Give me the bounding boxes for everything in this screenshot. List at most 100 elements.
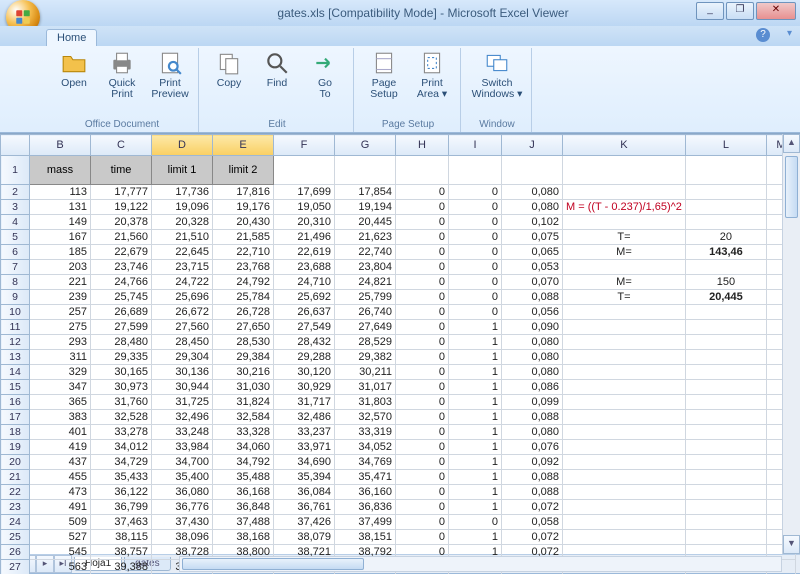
row-header-8[interactable]: 8 — [1, 275, 30, 290]
cell-H21[interactable]: 0 — [396, 470, 449, 485]
cell-B8[interactable]: 221 — [30, 275, 91, 290]
cell-J23[interactable]: 0,072 — [502, 500, 563, 515]
cell-E14[interactable]: 30,216 — [213, 365, 274, 380]
cell-H13[interactable]: 0 — [396, 350, 449, 365]
cell-D4[interactable]: 20,328 — [152, 215, 213, 230]
cell-L16[interactable] — [685, 395, 766, 410]
cell-B9[interactable]: 239 — [30, 290, 91, 305]
cell-C13[interactable]: 29,335 — [91, 350, 152, 365]
cell-J19[interactable]: 0,076 — [502, 440, 563, 455]
cell-I14[interactable]: 1 — [449, 365, 502, 380]
cell-I20[interactable]: 1 — [449, 455, 502, 470]
cell-D24[interactable]: 37,430 — [152, 515, 213, 530]
cell-E3[interactable]: 19,176 — [213, 200, 274, 215]
cell-H20[interactable]: 0 — [396, 455, 449, 470]
cell-C19[interactable]: 34,012 — [91, 440, 152, 455]
cell-D10[interactable]: 26,672 — [152, 305, 213, 320]
col-header-L[interactable]: L — [685, 135, 766, 156]
cell-K14[interactable] — [563, 365, 686, 380]
cell-J11[interactable]: 0,090 — [502, 320, 563, 335]
cell-E19[interactable]: 34,060 — [213, 440, 274, 455]
cell-G16[interactable]: 31,803 — [335, 395, 396, 410]
ribbon-options-icon[interactable]: ▾ — [787, 28, 792, 39]
cell-I6[interactable]: 0 — [449, 245, 502, 260]
col-header-C[interactable]: C — [91, 135, 152, 156]
cell-C23[interactable]: 36,799 — [91, 500, 152, 515]
cell-D3[interactable]: 19,096 — [152, 200, 213, 215]
cell-E22[interactable]: 36,168 — [213, 485, 274, 500]
col-header-F[interactable]: F — [274, 135, 335, 156]
cell-K23[interactable] — [563, 500, 686, 515]
cell-E24[interactable]: 37,488 — [213, 515, 274, 530]
row-header-21[interactable]: 21 — [1, 470, 30, 485]
cell-J12[interactable]: 0,080 — [502, 335, 563, 350]
cell-K3[interactable]: M = ((T - 0.237)/1,65)^2 — [563, 200, 686, 215]
cell-I12[interactable]: 1 — [449, 335, 502, 350]
col-header-G[interactable]: G — [335, 135, 396, 156]
cell-K6[interactable]: M= — [563, 245, 686, 260]
maximize-button[interactable]: ❐ — [726, 2, 754, 20]
cell-J25[interactable]: 0,072 — [502, 530, 563, 545]
cell-D12[interactable]: 28,450 — [152, 335, 213, 350]
cell-K20[interactable] — [563, 455, 686, 470]
row-header-22[interactable]: 22 — [1, 485, 30, 500]
cell-B27[interactable]: 563 — [30, 560, 91, 574]
cell-I5[interactable]: 0 — [449, 230, 502, 245]
cell-K12[interactable] — [563, 335, 686, 350]
cell-G5[interactable]: 21,623 — [335, 230, 396, 245]
cell-B20[interactable]: 437 — [30, 455, 91, 470]
cell-I3[interactable]: 0 — [449, 200, 502, 215]
header-cell-E[interactable]: limit 2 — [213, 156, 274, 185]
cell-H7[interactable]: 0 — [396, 260, 449, 275]
cell-D2[interactable]: 17,736 — [152, 185, 213, 200]
row-header-1[interactable]: 1 — [1, 156, 30, 185]
cell-J16[interactable]: 0,099 — [502, 395, 563, 410]
cell-G3[interactable]: 19,194 — [335, 200, 396, 215]
cell-F12[interactable]: 28,432 — [274, 335, 335, 350]
cell-B7[interactable]: 203 — [30, 260, 91, 275]
cell-E5[interactable]: 21,585 — [213, 230, 274, 245]
spreadsheet-grid[interactable]: BCDEFGHIJKLM1masstimelimit 1limit 221131… — [0, 133, 800, 554]
cell-I4[interactable]: 0 — [449, 215, 502, 230]
cell-H14[interactable]: 0 — [396, 365, 449, 380]
cell-F5[interactable]: 21,496 — [274, 230, 335, 245]
row-header-7[interactable]: 7 — [1, 260, 30, 275]
cell-D19[interactable]: 33,984 — [152, 440, 213, 455]
cell-G4[interactable]: 20,445 — [335, 215, 396, 230]
scroll-down-icon[interactable]: ▼ — [783, 535, 800, 554]
cell-H18[interactable]: 0 — [396, 425, 449, 440]
horizontal-scrollbar[interactable] — [179, 556, 782, 572]
cell-C26[interactable]: 38,757 — [91, 545, 152, 560]
cell-D17[interactable]: 32,496 — [152, 410, 213, 425]
cell-B3[interactable]: 131 — [30, 200, 91, 215]
cell-I19[interactable]: 1 — [449, 440, 502, 455]
cell-L20[interactable] — [685, 455, 766, 470]
print-area-button[interactable]: Print Area ▾ — [410, 50, 454, 100]
cell-D14[interactable]: 30,136 — [152, 365, 213, 380]
row-header-24[interactable]: 24 — [1, 515, 30, 530]
print-preview-button[interactable]: Print Preview — [148, 50, 192, 100]
cell-H2[interactable]: 0 — [396, 185, 449, 200]
cell-H16[interactable]: 0 — [396, 395, 449, 410]
close-button[interactable]: ✕ — [756, 2, 796, 20]
cell-I10[interactable]: 0 — [449, 305, 502, 320]
cell-J24[interactable]: 0,058 — [502, 515, 563, 530]
cell-D21[interactable]: 35,400 — [152, 470, 213, 485]
cell-K22[interactable] — [563, 485, 686, 500]
cell-H22[interactable]: 0 — [396, 485, 449, 500]
cell-F7[interactable]: 23,688 — [274, 260, 335, 275]
row-header-3[interactable]: 3 — [1, 200, 30, 215]
cell-I16[interactable]: 1 — [449, 395, 502, 410]
cell-K7[interactable] — [563, 260, 686, 275]
cell-J5[interactable]: 0,075 — [502, 230, 563, 245]
cell-J13[interactable]: 0,080 — [502, 350, 563, 365]
cell-C11[interactable]: 27,599 — [91, 320, 152, 335]
cell-E13[interactable]: 29,384 — [213, 350, 274, 365]
row-header-12[interactable]: 12 — [1, 335, 30, 350]
cell-I15[interactable]: 1 — [449, 380, 502, 395]
cell-K8[interactable]: M= — [563, 275, 686, 290]
cell-K24[interactable] — [563, 515, 686, 530]
cell-L2[interactable] — [685, 185, 766, 200]
cell-H10[interactable]: 0 — [396, 305, 449, 320]
cell-D13[interactable]: 29,304 — [152, 350, 213, 365]
